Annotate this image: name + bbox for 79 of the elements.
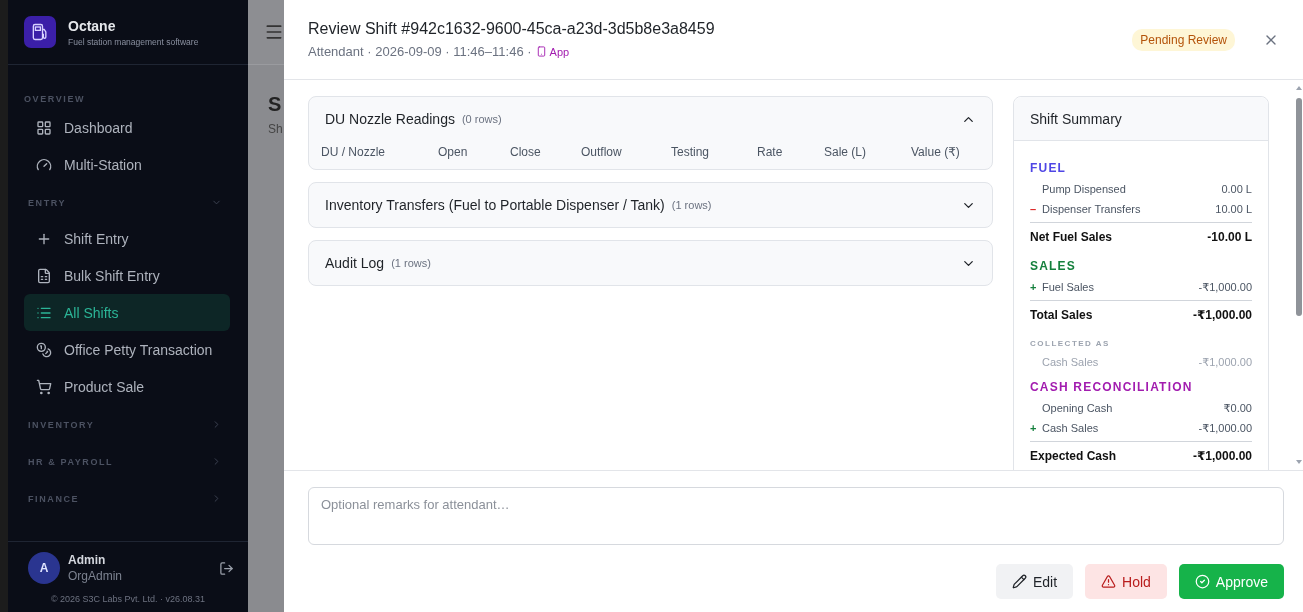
summary-title: Shift Summary bbox=[1014, 97, 1268, 141]
phone-icon bbox=[535, 46, 547, 57]
summary-value: -₹1,000.00 bbox=[1198, 280, 1252, 294]
shift-meta: Attendant · 2026-09-09 · 11:46–11:46 · bbox=[308, 44, 532, 59]
user-role: OrgAdmin bbox=[68, 569, 124, 583]
column-header: Testing bbox=[671, 145, 711, 159]
nav-item[interactable]: Dashboard bbox=[24, 109, 230, 146]
summary-value: -10.00 L bbox=[1207, 230, 1252, 244]
edit-button[interactable]: Edit bbox=[995, 564, 1074, 599]
nav-item[interactable]: Multi-Station bbox=[24, 146, 230, 183]
spreadsheet-icon bbox=[36, 267, 52, 284]
nav-item[interactable]: Bulk Shift Entry bbox=[24, 257, 230, 294]
remarks-field[interactable]: Optional remarks for attendant… bbox=[308, 487, 1284, 545]
summary-label: Total Sales bbox=[1030, 308, 1094, 322]
dialog-title: Review Shift #942c1632-9600-45ca-a23d-3d5b8e3a8459 bbox=[308, 20, 716, 38]
summary-label: Expected Cash bbox=[1030, 449, 1118, 463]
row-count: (1 rows) bbox=[391, 257, 432, 269]
row-count: (0 rows) bbox=[461, 113, 503, 125]
summary-value: 10.00 L bbox=[1215, 203, 1252, 215]
column-header: Close bbox=[510, 145, 542, 159]
summary-value: -₹1,000.00 bbox=[1192, 308, 1252, 322]
section-label: FINANCE bbox=[28, 493, 80, 504]
column-header: Sale (L) bbox=[824, 145, 868, 159]
summary-section-title: FUEL bbox=[1030, 160, 1068, 177]
cart-icon bbox=[36, 378, 52, 395]
summary-section-title: SALES bbox=[1030, 258, 1077, 275]
status-badge: Pending Review bbox=[1132, 28, 1235, 51]
summary-value: -₹1,000.00 bbox=[1192, 449, 1252, 463]
column-header: DU / Nozzle bbox=[321, 145, 386, 159]
logout-icon[interactable] bbox=[219, 560, 234, 576]
summary-label: Cash Sales bbox=[1042, 356, 1100, 368]
app-tagline: Fuel station management software bbox=[68, 36, 199, 47]
sign-symbol: + bbox=[1030, 422, 1038, 434]
row-count: (1 rows) bbox=[671, 199, 713, 211]
panel-title[interactable]: DU Nozzle Readings bbox=[325, 111, 455, 127]
summary-label: Pump Dispensed bbox=[1042, 183, 1127, 195]
coins-icon bbox=[36, 341, 52, 358]
page-title: S bbox=[267, 92, 283, 116]
fuel-pump-logo-icon bbox=[24, 16, 56, 48]
app-name: Octane bbox=[68, 17, 117, 34]
summary-label: Dispenser Transfers bbox=[1042, 203, 1142, 215]
section-label: ENTRY bbox=[28, 197, 67, 208]
sign-symbol: – bbox=[1030, 203, 1038, 215]
hold-button[interactable]: Hold bbox=[1085, 564, 1167, 599]
user-name: Admin bbox=[68, 553, 107, 567]
nav-item[interactable]: Product Sale bbox=[24, 368, 230, 405]
source-label: App bbox=[535, 45, 570, 58]
summary-label: Opening Cash bbox=[1042, 402, 1114, 414]
pencil-icon bbox=[1011, 574, 1027, 589]
summary-label: Net Fuel Sales bbox=[1030, 230, 1114, 244]
summary-section-title: COLLECTED AS bbox=[1030, 338, 1111, 350]
sign-symbol: + bbox=[1030, 281, 1038, 293]
section-label: INVENTORY bbox=[28, 419, 95, 430]
summary-value: 0.00 L bbox=[1221, 183, 1252, 195]
user-avatar: A bbox=[28, 552, 60, 584]
check-circle-icon bbox=[1194, 574, 1210, 589]
summary-value: -₹1,000.00 bbox=[1198, 355, 1252, 369]
column-header: Outflow bbox=[581, 145, 623, 159]
section-label: HR & PAYROLL bbox=[28, 456, 114, 467]
panel-title[interactable]: Audit Log bbox=[325, 255, 385, 271]
column-header: Rate bbox=[757, 145, 784, 159]
nav-item[interactable]: All Shifts bbox=[24, 294, 230, 331]
summary-label: Cash Sales bbox=[1042, 422, 1100, 434]
warning-icon bbox=[1101, 574, 1117, 589]
column-header: Value (₹) bbox=[911, 145, 961, 159]
summary-value: ₹0.00 bbox=[1223, 401, 1252, 415]
copyright-text: © 2026 S3C Labs Pvt. Ltd. · v26.08.31 bbox=[49, 593, 207, 606]
summary-value: -₹1,000.00 bbox=[1198, 421, 1252, 435]
panel-title[interactable]: Inventory Transfers (Fuel to Portable Dispenser / Tank) bbox=[325, 197, 665, 213]
grid-icon bbox=[36, 119, 52, 136]
menu-icon[interactable] bbox=[264, 22, 284, 42]
section-label: OVERVIEW bbox=[24, 94, 86, 104]
gauge-icon bbox=[36, 156, 52, 173]
page-subtitle: Sh bbox=[267, 121, 284, 136]
summary-label: Fuel Sales bbox=[1042, 281, 1095, 293]
nav-item[interactable]: Office Petty Transaction bbox=[24, 331, 230, 368]
summary-section-title: CASH RECONCILIATION bbox=[1030, 379, 1194, 396]
nav-item[interactable]: Shift Entry bbox=[24, 220, 230, 257]
column-header: Open bbox=[438, 145, 469, 159]
